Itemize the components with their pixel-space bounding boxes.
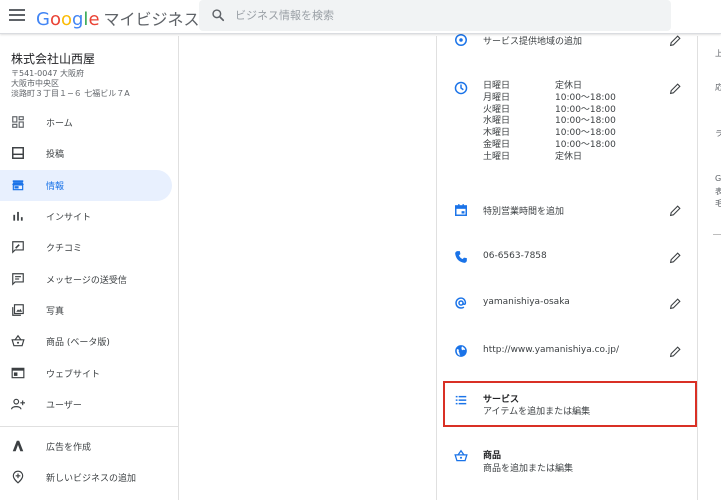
services-subtitle[interactable]: アイテムを追加または編集 xyxy=(483,404,590,417)
right-side-panel: 上 応 ラ G 表 毛 xyxy=(699,36,721,500)
dashboard-icon xyxy=(12,116,24,128)
divider xyxy=(713,234,721,235)
special-hours-add[interactable]: 特別営業時間を追加 xyxy=(483,204,564,217)
insights-icon xyxy=(13,211,23,221)
service-area-add[interactable]: サービス提供地域の追加 xyxy=(483,34,582,47)
edit-icon[interactable] xyxy=(669,297,682,310)
hours-row: 日曜日 定休日 xyxy=(483,81,583,91)
reviews-icon xyxy=(12,241,24,254)
sidebar-item-website[interactable]: ウェブサイト xyxy=(0,358,172,389)
sidebar-item-home[interactable]: ホーム xyxy=(0,107,172,138)
sidebar-item-add-business[interactable]: 新しいビジネスの追加 xyxy=(0,462,172,493)
hours-row: 月曜日 10:00～18:00 xyxy=(483,92,616,103)
website-url[interactable]: http://www.yamanishiya.co.jp/ xyxy=(483,345,619,355)
business-name: 株式会社山西屋 xyxy=(11,52,96,66)
message-icon xyxy=(12,273,24,286)
product-name: マイビジネス xyxy=(103,10,200,29)
edit-icon[interactable] xyxy=(669,34,682,47)
basket-icon xyxy=(454,449,468,462)
phone-number[interactable]: 06-6563-7858 xyxy=(483,251,547,261)
products-subtitle[interactable]: 商品を追加または編集 xyxy=(483,461,573,474)
hours-row: 水曜日 10:00～18:00 xyxy=(483,116,616,127)
posts-icon xyxy=(12,147,24,159)
search-bar[interactable] xyxy=(199,0,671,31)
edit-icon[interactable] xyxy=(669,345,682,358)
location-pin-icon xyxy=(455,34,467,46)
hours-row: 土曜日 定休日 xyxy=(483,151,583,162)
search-input[interactable] xyxy=(235,6,655,24)
hours-row: 金曜日 10:00～18:00 xyxy=(483,139,616,150)
business-hours[interactable]: 日曜日 定休日 月曜日 10:00～18:00 火曜日 10:00～18:00 水曜日… xyxy=(483,81,616,164)
top-app-bar: Google マイビジネス xyxy=(0,0,721,34)
edit-icon[interactable] xyxy=(669,82,682,95)
edit-icon[interactable] xyxy=(669,204,682,217)
ads-icon xyxy=(12,440,24,452)
sidebar-item-info[interactable]: 情報 xyxy=(0,170,172,201)
business-short-name[interactable]: yamanishiya-osaka xyxy=(483,297,570,307)
add-location-icon xyxy=(12,470,24,484)
at-sign-icon xyxy=(455,297,467,309)
sidebar-divider xyxy=(0,426,179,427)
sidebar-item-messages[interactable]: メッセージの送受信 xyxy=(0,264,172,295)
hours-row: 火曜日 10:00～18:00 xyxy=(483,104,616,115)
google-my-business-logo[interactable]: Google マイビジネス xyxy=(36,6,200,30)
basket-icon xyxy=(11,334,25,347)
add-user-icon xyxy=(11,398,25,410)
storefront-icon xyxy=(12,180,24,191)
sidebar: 株式会社山西屋 〒541-0047 大阪府 大阪市中央区 淡路町３丁目１−６ 七… xyxy=(0,36,179,500)
sidebar-item-products[interactable]: 商品 (ベータ版) xyxy=(0,326,172,357)
globe-icon xyxy=(455,345,467,357)
clock-icon xyxy=(454,81,468,95)
sidebar-item-create-ad[interactable]: 広告を作成 xyxy=(0,431,172,462)
business-info-card: サービス提供地域の追加 日曜日 定休日 月曜日 10:00～18:00 火曜日 10:… xyxy=(436,34,698,500)
sidebar-item-users[interactable]: ユーザー xyxy=(0,389,172,420)
sidebar-item-photos[interactable]: 写真 xyxy=(0,295,172,326)
hours-row: 木曜日 10:00～18:00 xyxy=(483,128,616,139)
phone-icon xyxy=(455,251,467,263)
products-title[interactable]: 商品 xyxy=(483,448,501,461)
menu-icon[interactable] xyxy=(9,9,25,23)
photos-icon xyxy=(12,304,24,316)
list-icon xyxy=(455,395,467,405)
sidebar-item-posts[interactable]: 投稿 xyxy=(0,138,172,169)
search-icon[interactable] xyxy=(211,8,225,22)
edit-icon[interactable] xyxy=(669,251,682,264)
calendar-icon xyxy=(455,204,467,216)
website-icon xyxy=(11,367,25,379)
sidebar-item-insights[interactable]: インサイト xyxy=(0,201,172,232)
sidebar-item-reviews[interactable]: クチコミ xyxy=(0,232,172,263)
business-address: 〒541-0047 大阪府 大阪市中央区 淡路町３丁目１−６ 七福ビル７A xyxy=(11,69,130,98)
